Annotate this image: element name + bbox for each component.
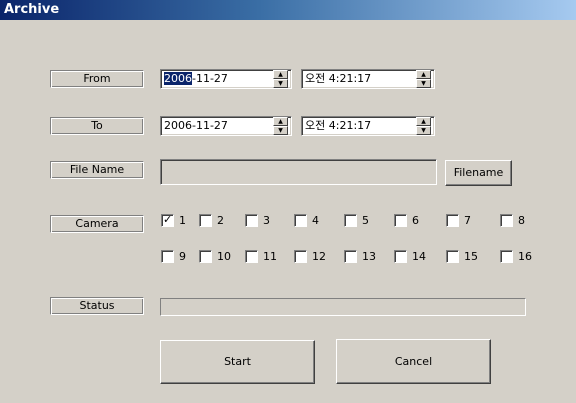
camera-checkbox-label: 11 [263,250,277,263]
camera-checkbox-label: 6 [412,214,419,227]
window-title-bar[interactable]: Archive [0,0,576,20]
spin-up-icon[interactable]: ▲ [416,70,431,79]
camera-checkbox-14[interactable]: 14 [394,250,426,263]
to-time-spinner[interactable]: ▲ ▼ [416,117,431,135]
camera-checkbox-label: 5 [362,214,369,227]
from-date-spinner[interactable]: ▲ ▼ [273,70,288,88]
spin-up-icon[interactable]: ▲ [416,117,431,126]
filename-button[interactable]: Filename [445,160,512,186]
start-button[interactable]: Start [160,340,315,384]
camera-checkbox-label: 15 [464,250,478,263]
filename-button-label: Filename [453,166,504,179]
camera-checkbox-label: 4 [312,214,319,227]
checkbox-box[interactable] [446,250,459,263]
camera-checkbox-label: 8 [518,214,525,227]
camera-checkbox-11[interactable]: 11 [245,250,277,263]
camera-checkbox-label: 16 [518,250,532,263]
camera-checkbox-label: 1 [179,214,186,227]
checkbox-box[interactable] [294,250,307,263]
to-date-spinner[interactable]: ▲ ▼ [273,117,288,135]
checkbox-box[interactable] [394,250,407,263]
to-date-value: 2006-11-27 [164,119,228,132]
camera-checkbox-12[interactable]: 12 [294,250,326,263]
camera-checkbox-5[interactable]: 5 [344,214,369,227]
spin-down-icon[interactable]: ▼ [416,126,431,135]
status-progress-bar [160,298,526,316]
cancel-button-label: Cancel [394,355,433,368]
from-time-value: 오전 4:21:17 [305,72,372,85]
camera-checkbox-13[interactable]: 13 [344,250,376,263]
spin-down-icon[interactable]: ▼ [273,79,288,88]
to-label: To [50,117,144,135]
start-button-label: Start [224,355,251,368]
camera-checkbox-15[interactable]: 15 [446,250,478,263]
checkbox-box[interactable] [245,250,258,263]
cancel-button[interactable]: Cancel [336,339,491,384]
camera-checkbox-1[interactable]: ✓ 1 [161,213,186,227]
camera-checkbox-2[interactable]: 2 [199,214,224,227]
camera-label: Camera [50,215,144,233]
to-time-value: 오전 4:21:17 [305,119,372,132]
to-time-picker[interactable]: 오전 4:21:17 [301,116,435,136]
checkbox-box[interactable] [199,250,212,263]
camera-checkbox-label: 10 [217,250,231,263]
spin-down-icon[interactable]: ▼ [416,79,431,88]
file-name-label: File Name [50,161,144,179]
camera-checkbox-3[interactable]: 3 [245,214,270,227]
file-name-field[interactable] [160,159,437,185]
checkbox-box[interactable] [344,214,357,227]
checkbox-box[interactable] [500,214,513,227]
camera-checkbox-9[interactable]: 9 [161,250,186,263]
camera-checkbox-16[interactable]: 16 [500,250,532,263]
from-label: From [50,70,144,88]
camera-checkbox-6[interactable]: 6 [394,214,419,227]
window-frame-edge [572,20,576,403]
spin-down-icon[interactable]: ▼ [273,126,288,135]
camera-checkbox-label: 2 [217,214,224,227]
window-title: Archive [4,2,60,17]
camera-checkbox-label: 7 [464,214,471,227]
spin-up-icon[interactable]: ▲ [273,117,288,126]
from-time-spinner[interactable]: ▲ ▼ [416,70,431,88]
from-date-rest: -11-27 [192,72,228,85]
camera-checkbox-10[interactable]: 10 [199,250,231,263]
camera-checkbox-label: 3 [263,214,270,227]
checkbox-box[interactable] [500,250,513,263]
checkbox-box[interactable]: ✓ [161,213,174,227]
camera-checkbox-label: 12 [312,250,326,263]
spin-up-icon[interactable]: ▲ [273,70,288,79]
checkbox-box[interactable] [294,214,307,227]
checkbox-box[interactable] [344,250,357,263]
checkbox-box[interactable] [394,214,407,227]
checkbox-box[interactable] [199,214,212,227]
camera-checkbox-label: 13 [362,250,376,263]
checkmark-icon: ✓ [163,213,173,226]
checkbox-box[interactable] [245,214,258,227]
checkbox-box[interactable] [446,214,459,227]
camera-checkbox-8[interactable]: 8 [500,214,525,227]
from-time-picker[interactable]: 오전 4:21:17 [301,69,435,89]
camera-checkbox-label: 9 [179,250,186,263]
camera-checkbox-4[interactable]: 4 [294,214,319,227]
camera-checkbox-label: 14 [412,250,426,263]
status-label: Status [50,297,144,315]
camera-checkbox-7[interactable]: 7 [446,214,471,227]
checkbox-box[interactable] [161,250,174,263]
from-date-year-selected[interactable]: 2006 [164,72,192,85]
